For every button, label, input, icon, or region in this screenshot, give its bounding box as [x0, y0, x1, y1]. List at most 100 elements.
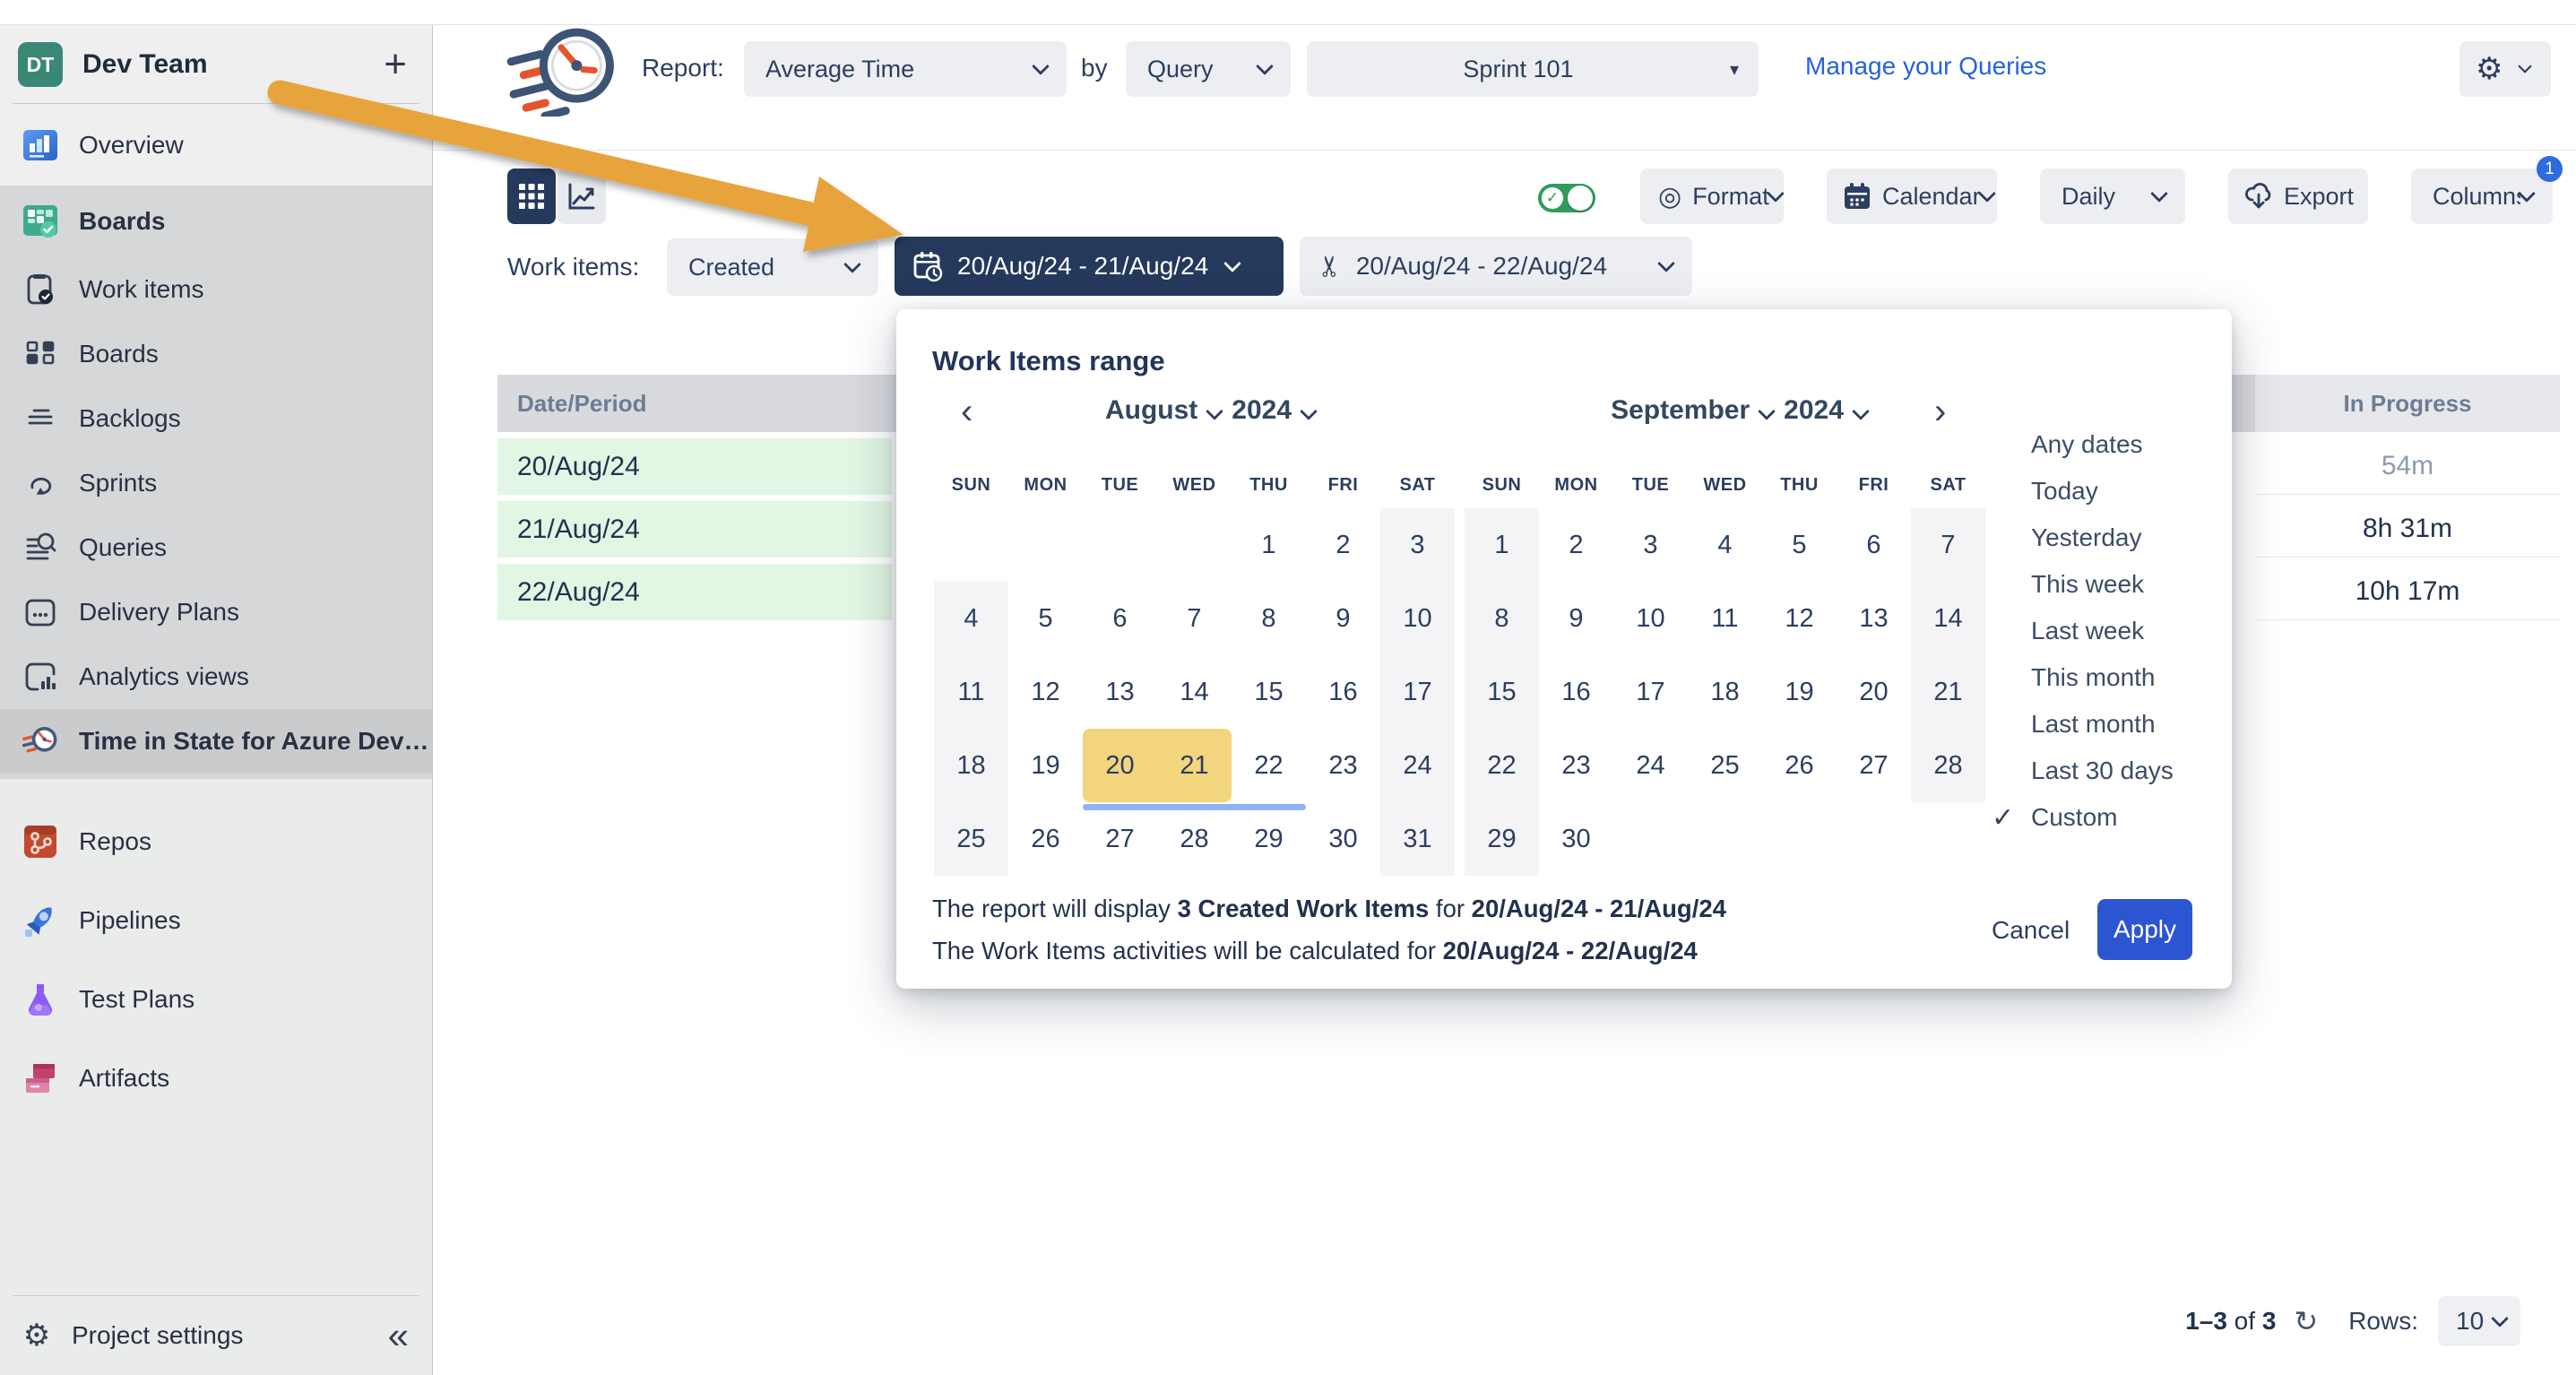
calendar-day[interactable]: 30 — [1539, 802, 1613, 876]
calendar-day[interactable]: 2 — [1306, 508, 1380, 582]
quick-option-today[interactable]: Today — [1992, 468, 2221, 515]
calendar-day[interactable]: 1 — [1232, 508, 1306, 582]
calendar-day[interactable]: 12 — [1762, 582, 1837, 655]
calendar-day[interactable]: 15 — [1465, 655, 1539, 729]
calendar-day[interactable]: 28 — [1157, 802, 1232, 876]
calendar-day[interactable]: 24 — [1613, 729, 1688, 802]
calendar-day[interactable]: 1 — [1465, 508, 1539, 582]
calendar-day[interactable]: 9 — [1539, 582, 1613, 655]
calendar-day[interactable]: 27 — [1837, 729, 1911, 802]
export-button[interactable]: Export — [2228, 169, 2368, 224]
calendar-day[interactable]: 13 — [1837, 582, 1911, 655]
sidebar-item-repos[interactable]: Repos — [0, 802, 432, 881]
sidebar-item-sprints[interactable]: Sprints — [0, 451, 432, 515]
add-icon[interactable]: + — [384, 47, 414, 82]
previous-month-button[interactable]: ‹ — [961, 392, 972, 431]
calendar-day[interactable]: 13 — [1083, 655, 1157, 729]
calendar-day[interactable]: 16 — [1539, 655, 1613, 729]
calendar-day[interactable]: 4 — [934, 582, 1008, 655]
calendar-day[interactable]: 17 — [1380, 655, 1455, 729]
calendar-day[interactable]: 5 — [1008, 582, 1083, 655]
sidebar-item-artifacts[interactable]: Artifacts — [0, 1039, 432, 1118]
quick-option-last-30-days[interactable]: Last 30 days — [1992, 748, 2221, 794]
calendar-day[interactable]: 29 — [1232, 802, 1306, 876]
calendar-day[interactable]: 10 — [1613, 582, 1688, 655]
year-value[interactable]: 2024 — [1232, 395, 1292, 426]
interval-select[interactable]: Daily — [2040, 169, 2185, 224]
column-header-in-progress[interactable]: In Progress — [2255, 375, 2560, 432]
calendar-day[interactable]: 6 — [1837, 508, 1911, 582]
chart-view-button[interactable] — [558, 169, 606, 224]
grid-view-button[interactable] — [507, 169, 556, 224]
calendar-day[interactable]: 25 — [1688, 729, 1762, 802]
calendar-day[interactable]: 10 — [1380, 582, 1455, 655]
calendar-day[interactable]: 11 — [934, 655, 1008, 729]
month-selector-right[interactable]: September 2024 — [1595, 395, 1882, 426]
enabled-toggle[interactable]: ✓ — [1538, 184, 1595, 212]
calendar-day[interactable]: 31 — [1380, 802, 1455, 876]
calendar-day[interactable]: 7 — [1911, 508, 1985, 582]
calendar-day[interactable]: 16 — [1306, 655, 1380, 729]
work-items-range-button[interactable]: 20/Aug/24 - 21/Aug/24 — [895, 237, 1284, 296]
quick-option-yesterday[interactable]: Yesterday — [1992, 515, 2221, 561]
calendar-button[interactable]: Calendar — [1827, 169, 1997, 224]
calendar-day[interactable]: 30 — [1306, 802, 1380, 876]
calendar-day[interactable]: 23 — [1306, 729, 1380, 802]
query-select[interactable]: Sprint 101 ▾ — [1307, 41, 1759, 97]
sidebar-item-test-plans[interactable]: Test Plans — [0, 960, 432, 1039]
quick-option-custom[interactable]: ✓Custom — [1992, 794, 2221, 841]
cancel-button[interactable]: Cancel — [1992, 901, 2081, 960]
calendar-day[interactable]: 2 — [1539, 508, 1613, 582]
calendar-day[interactable]: 19 — [1008, 729, 1083, 802]
calendar-day[interactable]: 27 — [1083, 802, 1157, 876]
calendar-day[interactable]: 18 — [934, 729, 1008, 802]
calendar-day[interactable]: 29 — [1465, 802, 1539, 876]
sidebar-item-work-items[interactable]: Work items — [0, 257, 432, 322]
sidebar-item-pipelines[interactable]: Pipelines — [0, 881, 432, 960]
team-header[interactable]: DT Dev Team + — [0, 33, 432, 96]
calendar-day[interactable]: 21 — [1911, 655, 1985, 729]
quick-option-any-dates[interactable]: Any dates — [1992, 421, 2221, 468]
calendar-day[interactable]: 8 — [1465, 582, 1539, 655]
month-selector-left[interactable]: August 2024 — [1085, 395, 1336, 426]
calendar-day[interactable]: 23 — [1539, 729, 1613, 802]
calendar-day[interactable]: 14 — [1911, 582, 1985, 655]
project-settings[interactable]: ⚙ Project settings « — [13, 1295, 419, 1375]
calendar-day[interactable]: 26 — [1762, 729, 1837, 802]
calendar-day[interactable]: 7 — [1157, 582, 1232, 655]
rows-per-page-select[interactable]: 10 — [2438, 1296, 2520, 1346]
work-items-state-select[interactable]: Created — [667, 238, 878, 296]
calendar-day[interactable]: 15 — [1232, 655, 1306, 729]
calendar-day[interactable]: 3 — [1613, 508, 1688, 582]
calendar-day[interactable]: 22 — [1232, 729, 1306, 802]
activities-range-button[interactable]: ✂ 20/Aug/24 - 22/Aug/24 — [1300, 237, 1692, 296]
month-name[interactable]: August — [1105, 395, 1197, 426]
collapse-sidebar-icon[interactable]: « — [388, 1322, 419, 1349]
calendar-day[interactable]: 24 — [1380, 729, 1455, 802]
sidebar-item-overview[interactable]: Overview — [0, 113, 432, 177]
sidebar-item-boards[interactable]: Boards — [0, 322, 432, 386]
calendar-day[interactable]: 11 — [1688, 582, 1762, 655]
calendar-day[interactable]: 8 — [1232, 582, 1306, 655]
columns-button[interactable]: Columns — [2411, 169, 2553, 224]
calendar-day[interactable]: 20 — [1083, 729, 1157, 802]
sidebar-item-backlogs[interactable]: Backlogs — [0, 386, 432, 451]
sidebar-item-analytics-views[interactable]: Analytics views — [0, 644, 432, 709]
quick-option-this-month[interactable]: This month — [1992, 654, 2221, 701]
quick-option-last-week[interactable]: Last week — [1992, 608, 2221, 654]
month-name[interactable]: September — [1611, 395, 1750, 426]
calendar-day[interactable]: 17 — [1613, 655, 1688, 729]
year-value[interactable]: 2024 — [1784, 395, 1844, 426]
quick-option-last-month[interactable]: Last month — [1992, 701, 2221, 748]
settings-menu-button[interactable]: ⚙ — [2459, 41, 2551, 97]
sidebar-item-boards[interactable]: Boards — [0, 186, 432, 257]
manage-queries-link[interactable]: Manage your Queries — [1805, 52, 2046, 81]
calendar-day[interactable]: 20 — [1837, 655, 1911, 729]
refresh-icon[interactable]: ↻ — [2294, 1304, 2318, 1338]
apply-button[interactable]: Apply — [2097, 899, 2192, 960]
report-type-select[interactable]: Average Time — [744, 41, 1067, 97]
calendar-day[interactable]: 25 — [934, 802, 1008, 876]
format-button[interactable]: ◎ Format — [1640, 169, 1784, 224]
calendar-day[interactable]: 26 — [1008, 802, 1083, 876]
quick-option-this-week[interactable]: This week — [1992, 561, 2221, 608]
